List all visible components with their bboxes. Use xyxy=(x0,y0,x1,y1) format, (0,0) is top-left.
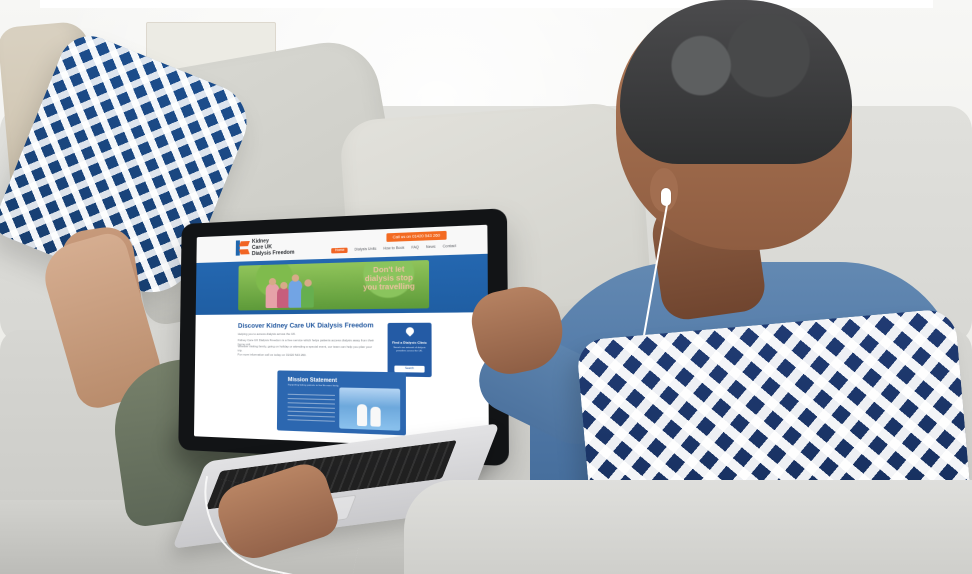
find-clinic-card[interactable]: Find a Dialysis Clinic Search our networ… xyxy=(387,322,432,378)
nav-faq[interactable]: FAQ xyxy=(411,245,419,251)
call-button[interactable]: Call us on 01420 543 260 xyxy=(386,230,447,242)
scene: Kidney Care UK Dialysis Freedom Call us … xyxy=(0,0,972,574)
website-screen: Kidney Care UK Dialysis Freedom Call us … xyxy=(193,224,489,450)
hero-banner: Don't let dialysis stop you travelling xyxy=(195,253,488,315)
nav-dialysis-units[interactable]: Dialysis Units xyxy=(354,247,376,253)
earbud-icon xyxy=(661,188,671,206)
nav-news[interactable]: News xyxy=(426,244,436,250)
mission-text-lines xyxy=(287,393,335,423)
person-head-icon xyxy=(304,279,312,287)
walker-2 xyxy=(370,406,381,427)
person-head-icon xyxy=(291,274,300,282)
hero-photo: Don't let dialysis stop you travelling xyxy=(238,260,430,311)
person-head-icon xyxy=(268,277,277,286)
hero-text: Don't let dialysis stop you travelling xyxy=(363,266,415,292)
find-clinic-title: Find a Dialysis Clinic xyxy=(392,340,427,345)
logo-upper-arm-icon xyxy=(238,240,250,247)
family-people xyxy=(265,274,323,309)
person-head-icon xyxy=(280,281,288,290)
mission-card: Mission Statement Supporting kidney pati… xyxy=(276,370,406,436)
website-nav: Home Dialysis Units How to Book FAQ News… xyxy=(331,244,457,254)
page-title: Discover Kidney Care UK Dialysis Freedom xyxy=(237,321,374,330)
sofa-arm-right xyxy=(404,480,972,574)
walker-1 xyxy=(356,404,368,427)
kidney-care-logo-icon xyxy=(235,240,250,256)
contact-paragraph: For more information call us today on 01… xyxy=(237,352,307,358)
nav-home[interactable]: Home xyxy=(331,247,348,254)
logo-text: Kidney Care UK Dialysis Freedom xyxy=(251,237,306,258)
logo-line-3: Dialysis Freedom xyxy=(251,249,295,258)
nav-how-to-book[interactable]: How to Book xyxy=(383,246,404,252)
person-4 xyxy=(301,279,314,308)
site-content: Discover Kidney Care UK Dialysis Freedom… xyxy=(193,312,489,450)
find-clinic-text: Search our network of dialysis providers… xyxy=(393,346,426,353)
intro-paragraph: Helping you to access dialysis across th… xyxy=(237,331,297,336)
location-pin-icon xyxy=(404,325,416,337)
mission-title: Mission Statement xyxy=(287,376,338,385)
mission-photo xyxy=(339,387,401,431)
logo-lower-arm-icon xyxy=(238,249,250,255)
nav-contact[interactable]: Contact xyxy=(443,244,457,250)
